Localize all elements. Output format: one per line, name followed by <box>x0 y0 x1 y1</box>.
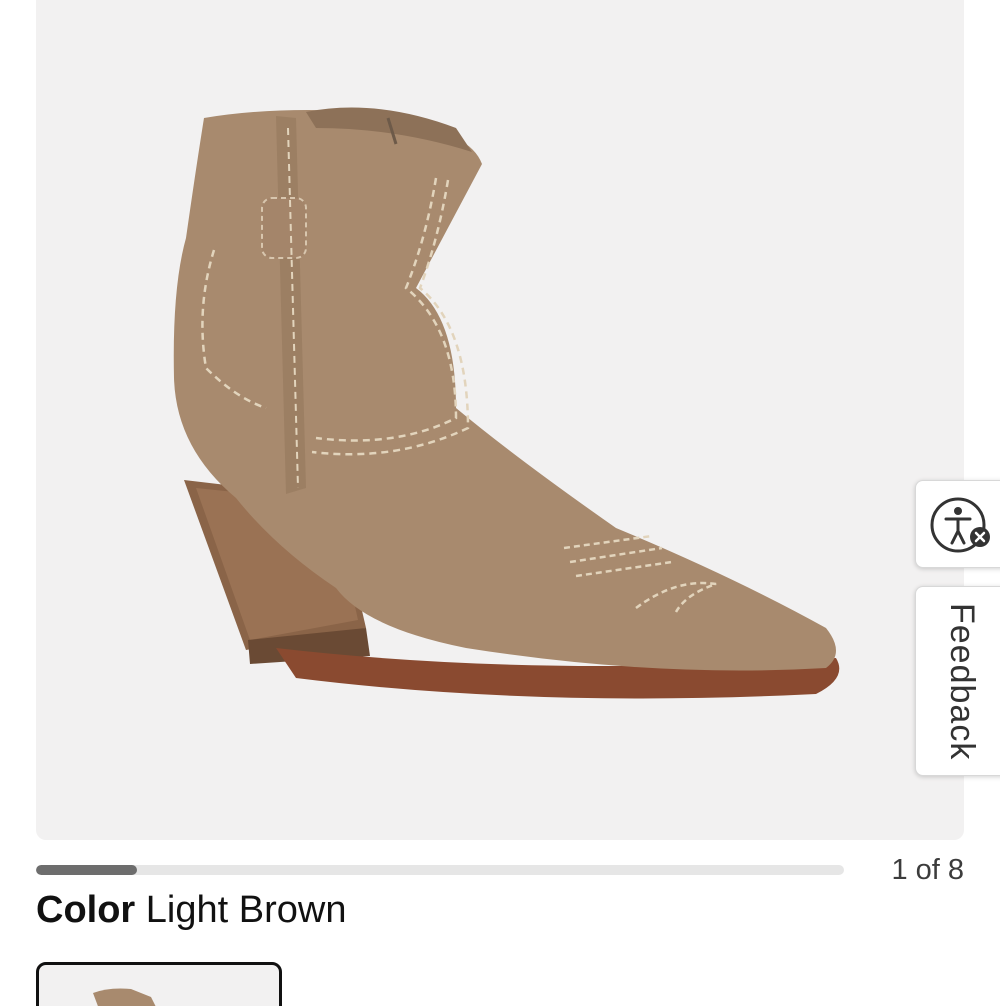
swatch-boot-thumbnail <box>93 988 156 1006</box>
carousel-progress-fill <box>36 865 137 875</box>
color-label: Color <box>36 889 136 931</box>
carousel-progress-track <box>36 865 844 875</box>
carousel-counter: 1 of 8 <box>891 854 964 886</box>
product-page: Feedback 1 of 8 Color Light Brown <box>0 0 1000 1006</box>
product-boot-image[interactable] <box>36 0 964 840</box>
accessibility-person-icon <box>930 497 990 553</box>
accessibility-button[interactable] <box>915 480 1000 568</box>
color-value: Light Brown <box>145 889 347 931</box>
color-swatch-light-brown[interactable] <box>36 962 282 1006</box>
feedback-button[interactable]: Feedback <box>915 586 1000 776</box>
product-image-panel[interactable] <box>36 0 964 840</box>
feedback-label: Feedback <box>943 603 981 761</box>
color-selection-line: Color Light Brown <box>36 886 346 934</box>
